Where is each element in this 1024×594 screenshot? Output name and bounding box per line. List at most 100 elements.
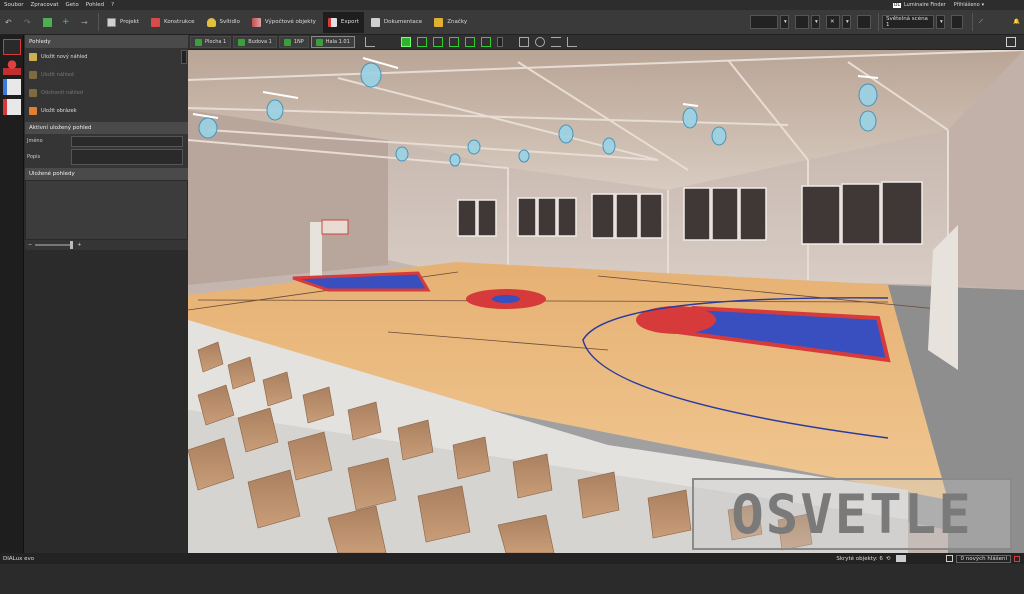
name-label: Jméno: [27, 138, 43, 144]
views-rail-icon[interactable]: [3, 39, 21, 55]
room-icon: [315, 38, 323, 46]
remove-view-icon: [29, 89, 37, 97]
tab-export[interactable]: Export: [322, 11, 364, 33]
breadcrumb-room[interactable]: Hala 1.01: [310, 36, 355, 48]
tab-znacky[interactable]: Značky: [429, 12, 472, 33]
crumb-label: 1NP: [293, 39, 304, 45]
rotate-tool-icon[interactable]: [534, 37, 545, 47]
dropdown-arrow-icon[interactable]: ▾: [842, 15, 851, 29]
document-red-icon[interactable]: [3, 99, 21, 115]
watermark-text: OSVETLE: [731, 482, 973, 546]
messages-checkbox[interactable]: [946, 555, 954, 562]
login-status[interactable]: Přihlášeno: [954, 2, 980, 8]
construction-icon: [150, 17, 160, 27]
scroll-button[interactable]: [181, 50, 187, 64]
save-new-view-button[interactable]: Uložit nový náhled: [25, 48, 188, 66]
measure-tool-icon[interactable]: [550, 37, 561, 47]
dimension-tool-icon[interactable]: [566, 37, 577, 47]
breadcrumb-floor[interactable]: 1NP: [278, 36, 309, 48]
new-messages[interactable]: 0 nových hlášení: [956, 554, 1011, 563]
view-front-icon[interactable]: [416, 37, 427, 47]
select-tool-icon[interactable]: [518, 37, 529, 47]
save-icon[interactable]: [43, 17, 52, 27]
documentation-icon: [370, 17, 380, 27]
error-indicator-icon[interactable]: [1014, 555, 1020, 562]
arrow-icon[interactable]: →: [81, 18, 90, 27]
zoom-slider[interactable]: [35, 241, 74, 249]
tab-label: Výpočtové objekty: [264, 19, 316, 25]
desc-field-row: Popis: [25, 148, 188, 166]
menu-soubor[interactable]: Soubor: [4, 2, 23, 8]
light-scene-select[interactable]: Světelná scéna 1: [882, 15, 934, 29]
redo-icon[interactable]: ↷: [24, 18, 33, 27]
tab-svitidlo[interactable]: Svítidlo: [202, 12, 245, 33]
hidden-objects-count[interactable]: Skryté objekty: 6: [836, 556, 883, 562]
draw-tool-icon[interactable]: ⟋: [976, 15, 1006, 29]
view-3d-icon[interactable]: [400, 37, 411, 47]
luminaire-finder-link[interactable]: Luminaire Finder: [904, 2, 946, 8]
remove-view-button[interactable]: Odstranit náhled: [25, 84, 188, 102]
views-header: Pohledy: [25, 35, 188, 48]
name-field-row: Jméno: [25, 134, 188, 148]
item-label: Uložit obrázek: [41, 108, 77, 114]
tab-projekt[interactable]: Projekt: [102, 12, 144, 33]
tab-vypoctove-objekty[interactable]: Výpočtové objekty: [247, 12, 321, 33]
dropdown-arrow-icon[interactable]: ▾: [811, 15, 820, 29]
menu-help[interactable]: ?: [111, 2, 114, 8]
site-icon: [195, 38, 202, 46]
save-image-button[interactable]: Uložit obrázek: [25, 102, 188, 120]
view-iso-icon[interactable]: [464, 37, 475, 47]
item-label: Odstranit náhled: [41, 90, 83, 96]
grid-icon[interactable]: [857, 15, 871, 29]
dropdown-arrow-icon[interactable]: ▾: [936, 15, 945, 29]
view-perspective-icon[interactable]: [480, 37, 491, 47]
menu-bar: Soubor Zpracovat Geto Pohled ?: [0, 0, 1024, 10]
add-icon[interactable]: +: [62, 17, 71, 27]
notification-bell-icon[interactable]: 🔔: [1010, 15, 1022, 29]
person-icon[interactable]: [3, 59, 21, 75]
desc-input[interactable]: [71, 149, 183, 165]
chevron-down-icon[interactable]: ▾: [982, 2, 985, 8]
separator: [98, 13, 99, 31]
settings-icon[interactable]: [951, 15, 963, 29]
app-name: DIALux evo: [3, 555, 35, 562]
tab-label: Dokumentace: [383, 19, 423, 25]
item-label: Uložit nový náhled: [41, 54, 88, 60]
hierarchy-icon[interactable]: [364, 37, 375, 47]
save-view-button[interactable]: Uložit náhled: [25, 66, 188, 84]
tab-konstrukce[interactable]: Konstrukce: [146, 12, 200, 33]
floor-icon: [283, 38, 291, 46]
dropdown-arrow-icon[interactable]: ▾: [780, 15, 789, 29]
saved-views-list[interactable]: [25, 180, 188, 240]
crumb-label: Budova 1: [248, 39, 272, 45]
active-view-header: Aktivní uložený pohled: [25, 122, 188, 134]
tab-label: Svítidlo: [219, 19, 240, 25]
flag-icon[interactable]: [896, 555, 907, 562]
zoom-in-icon[interactable]: +: [77, 242, 81, 248]
menu-geto[interactable]: Geto: [66, 2, 79, 8]
screen-icon[interactable]: [1006, 37, 1016, 47]
close-icon[interactable]: ✕: [826, 15, 840, 29]
name-input[interactable]: [71, 135, 183, 147]
luminaire-finder-logo[interactable]: DL: [893, 2, 901, 8]
view-side-icon[interactable]: [432, 37, 443, 47]
status-bar: DIALux evo Skryté objekty: 6 ⟲ 0 nových …: [0, 553, 1024, 564]
view-top-icon[interactable]: [448, 37, 459, 47]
light-scene-value: Světelná scéna 1: [886, 16, 928, 28]
menu-zpracovat[interactable]: Zpracovat: [30, 2, 58, 8]
menu-pohled[interactable]: Pohled: [86, 2, 104, 8]
separator: [972, 13, 973, 31]
markers-icon: [434, 17, 444, 27]
view-dropdown-icon[interactable]: [496, 37, 503, 47]
document-blue-icon[interactable]: [3, 79, 21, 95]
watermark-logo: OSVETLE: [692, 478, 1012, 550]
zoom-out-icon[interactable]: −: [28, 242, 32, 248]
building-icon: [238, 38, 246, 46]
breadcrumb-budova[interactable]: Budova 1: [233, 36, 277, 48]
zoom-slider-handle[interactable]: [70, 241, 74, 249]
tab-dokumentace[interactable]: Dokumentace: [366, 12, 427, 33]
undo-icon[interactable]: ↶: [5, 18, 14, 27]
reset-icon[interactable]: ⟲: [886, 556, 891, 562]
disabled-field: [795, 15, 809, 29]
breadcrumb-plocha[interactable]: Plocha 1: [190, 36, 232, 48]
